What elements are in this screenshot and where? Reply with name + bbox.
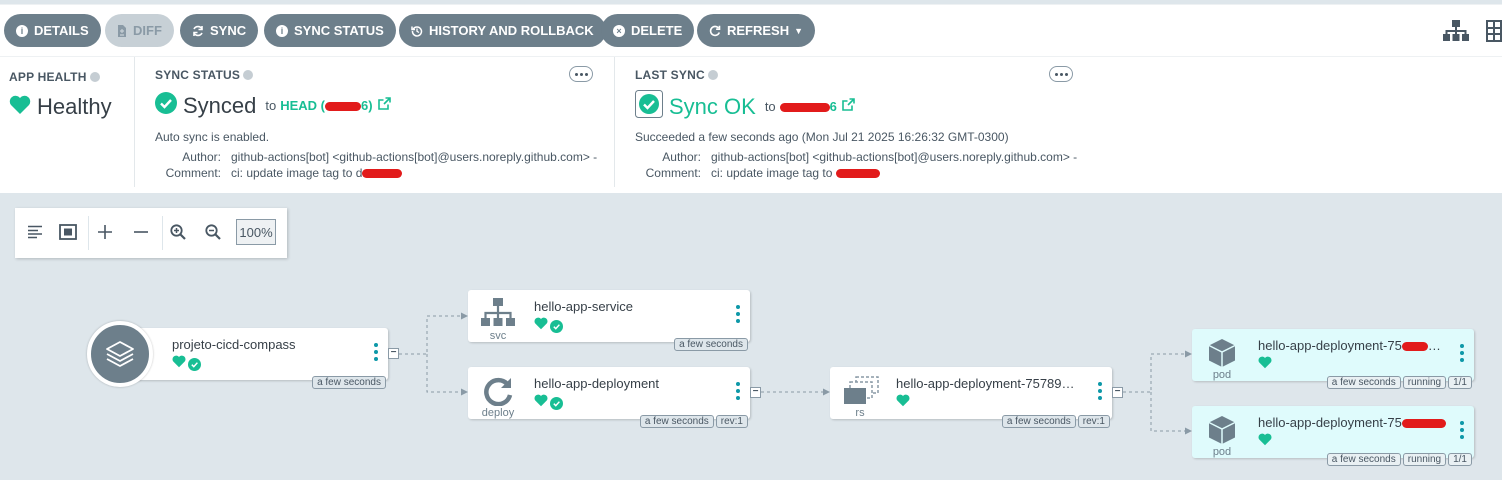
pod-node-status bbox=[1258, 356, 1272, 374]
node-kind-label: rs bbox=[855, 407, 865, 419]
pod-node-status bbox=[1258, 433, 1272, 451]
pod-node-tags: a few seconds running 1/1 bbox=[1326, 453, 1472, 466]
redacted-mark bbox=[1401, 419, 1446, 429]
layers-icon bbox=[842, 376, 880, 411]
age-badge: a few seconds bbox=[639, 415, 714, 428]
network-icon bbox=[480, 298, 516, 333]
pod-node-name: hello-app-deployment-75 … bbox=[1258, 338, 1441, 353]
heart-icon bbox=[534, 394, 548, 412]
pod-node-tags: a few seconds running 1/1 bbox=[1326, 376, 1472, 389]
node-kind-label: pod bbox=[1212, 446, 1232, 458]
node-kind-label: deploy bbox=[481, 407, 515, 419]
deployment-node-name: hello-app-deployment bbox=[534, 376, 660, 391]
age-badge: a few seconds bbox=[674, 338, 748, 351]
heart-icon bbox=[534, 317, 548, 335]
app-node-name: projeto-cicd-compass bbox=[172, 337, 296, 352]
pod-node-menu[interactable] bbox=[1460, 421, 1464, 439]
age-badge: a few seconds bbox=[312, 376, 386, 389]
collapse-toggle[interactable]: − bbox=[750, 387, 761, 398]
pod-node[interactable]: pod hello-app-deployment-75 … a few secon… bbox=[1192, 329, 1474, 389]
revision-badge: rev:1 bbox=[715, 415, 748, 428]
heart-icon bbox=[172, 355, 186, 373]
pod-node-menu[interactable] bbox=[1460, 344, 1464, 362]
service-node-tags: a few seconds bbox=[674, 338, 748, 351]
check-circle-icon bbox=[188, 357, 201, 371]
pod-name-text: hello-app-deployment-75 bbox=[1258, 415, 1402, 430]
app-node[interactable]: projeto-cicd-compass a few seconds bbox=[120, 328, 388, 389]
deployment-node-status bbox=[534, 394, 563, 412]
node-kind-label: svc bbox=[489, 330, 507, 342]
check-circle-icon bbox=[550, 396, 563, 410]
revision-badge: rev:1 bbox=[1077, 415, 1110, 428]
redacted-mark bbox=[1401, 342, 1428, 352]
app-node-tags: a few seconds bbox=[312, 376, 386, 389]
collapse-toggle[interactable]: − bbox=[1112, 387, 1123, 398]
deployment-node[interactable]: deploy hello-app-deployment a few second… bbox=[468, 367, 750, 428]
age-badge: a few seconds bbox=[1326, 376, 1401, 389]
sync-icon bbox=[482, 376, 514, 411]
pod-state-badge: running bbox=[1402, 453, 1447, 466]
pod-node[interactable]: pod hello-app-deployment-75 a few second… bbox=[1192, 406, 1474, 466]
app-node-menu[interactable] bbox=[374, 343, 378, 361]
heart-icon bbox=[1258, 433, 1272, 451]
node-kind-label: pod bbox=[1212, 369, 1232, 381]
pod-ready-badge: 1/1 bbox=[1448, 453, 1472, 466]
pod-ready-badge: 1/1 bbox=[1448, 376, 1472, 389]
service-node[interactable]: svc hello-app-service a few seconds bbox=[468, 290, 750, 351]
replicaset-node-menu[interactable] bbox=[1098, 382, 1102, 400]
pod-state-badge: running bbox=[1402, 376, 1447, 389]
application-icon bbox=[87, 321, 153, 387]
replicaset-node-name: hello-app-deployment-75789… bbox=[896, 376, 1075, 391]
cube-icon bbox=[1207, 415, 1237, 450]
heart-icon bbox=[1258, 356, 1272, 374]
service-node-name: hello-app-service bbox=[534, 299, 633, 314]
pod-name-text: hello-app-deployment-75 bbox=[1258, 338, 1402, 353]
age-badge: a few seconds bbox=[1326, 453, 1401, 466]
check-circle-icon bbox=[550, 319, 563, 333]
deployment-node-menu[interactable] bbox=[736, 382, 740, 400]
replicaset-node-status bbox=[896, 394, 910, 412]
service-node-menu[interactable] bbox=[736, 305, 740, 323]
age-badge: a few seconds bbox=[1001, 415, 1076, 428]
replicaset-node[interactable]: rs hello-app-deployment-75789… a few sec… bbox=[830, 367, 1112, 428]
heart-icon bbox=[896, 394, 910, 412]
replicaset-node-tags: a few seconds rev:1 bbox=[1001, 415, 1110, 428]
deployment-node-tags: a few seconds rev:1 bbox=[639, 415, 748, 428]
pod-name-tail: … bbox=[1427, 338, 1441, 353]
cube-icon bbox=[1207, 338, 1237, 373]
service-node-status bbox=[534, 317, 563, 335]
app-node-status bbox=[172, 355, 201, 373]
collapse-toggle[interactable]: − bbox=[388, 348, 399, 359]
pod-node-name: hello-app-deployment-75 bbox=[1258, 415, 1446, 430]
